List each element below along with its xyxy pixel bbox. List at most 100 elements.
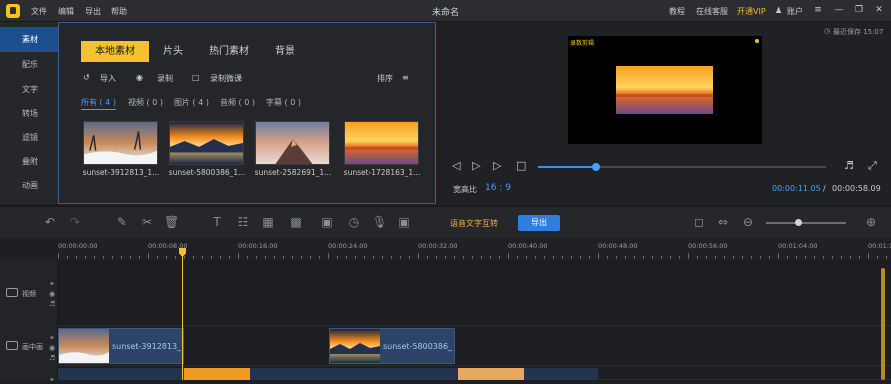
minimize-icon[interactable]: — [833,4,845,16]
sort-icon[interactable]: ≡ [402,73,409,82]
media-thumb-3[interactable] [255,121,330,165]
transition-icon[interactable]: ▣ [320,215,334,229]
fullscreen-icon[interactable]: ⤢ [868,159,877,173]
export-button[interactable]: 导出 [518,215,560,231]
crop-icon[interactable]: ☷ [236,215,250,229]
category-overlay[interactable]: 叠附 [0,149,58,174]
timeline-scrollbar[interactable] [881,268,885,380]
track-3-clip-1[interactable] [184,368,250,380]
stop-icon[interactable]: □ [516,159,526,172]
timeline-clip-2[interactable]: sunset-5800386_ [329,328,455,364]
text-icon[interactable]: T [210,215,224,229]
category-music[interactable]: 配乐 [0,52,58,77]
fit-icon[interactable]: ⇔ [716,215,730,229]
import-button[interactable]: 导入 [100,73,116,84]
pip-lock-icon[interactable]: ⚭ [49,334,55,342]
ruler-tick-label: 00:00:16.00 [238,242,278,250]
tab-hot-media[interactable]: 热门素材 [199,41,259,62]
video-track-icon [6,288,18,297]
category-animation[interactable]: 动画 [0,173,58,198]
support-link[interactable]: 在线客服 [696,6,728,17]
record-icon[interactable]: ◉ [136,73,143,82]
playback-progress[interactable] [538,163,826,171]
pip-visibility-icon[interactable]: ◉ [49,344,55,352]
play-icon[interactable]: ▷ [472,159,480,172]
marker-icon[interactable]: ◻ [692,215,706,229]
delete-icon[interactable]: 🗑 [164,215,179,229]
split-icon[interactable]: ✂ [140,215,154,229]
preview-screen[interactable]: 录数剪辑 [568,36,762,144]
speech-to-text-link[interactable]: 语音文字互转 [450,218,498,229]
media-panel: 本地素材 片头 热门素材 背景 ↺ 导入 ◉ 录制 □ 录制微课 排序 ≡ 所有… [58,22,436,204]
category-filter[interactable]: 滤镜 [0,125,58,150]
canvas-handle[interactable] [755,39,759,43]
filter-image[interactable]: 图片 ( 4 ) [174,97,209,108]
ruler-tick [337,256,338,259]
zoom-slider[interactable] [766,219,846,226]
filter-audio[interactable]: 音频 ( 0 ) [220,97,255,108]
tutorial-link[interactable]: 教程 [669,6,685,17]
tab-local-media[interactable]: 本地素材 [81,41,149,62]
ruler-tick [742,256,743,259]
playhead[interactable] [182,248,183,380]
media-label-4: sunset-1728163_1... [343,168,421,177]
volume-icon[interactable]: ♬ [844,159,854,172]
freeze-icon[interactable]: ▩ [289,215,303,229]
undo-icon[interactable]: ↶ [43,215,57,229]
pip-mute-icon[interactable]: ♬ [49,354,55,362]
ruler-tick [661,256,662,259]
vip-link[interactable]: 开通VIP [737,6,766,17]
progress-knob[interactable] [591,163,600,171]
prev-frame-icon[interactable]: ◁ [452,159,460,172]
edit-icon[interactable]: ✎ [115,215,129,229]
tab-background[interactable]: 背景 [267,41,303,62]
filter-subtitle[interactable]: 字幕 ( 0 ) [266,97,301,108]
record-tutorial-button[interactable]: 录制微课 [210,73,242,84]
category-text[interactable]: 文字 [0,77,58,102]
ruler-tick [292,256,293,259]
aspect-ratio-value[interactable]: 16 : 9 [485,183,511,193]
maximize-icon[interactable]: ❐ [853,4,865,16]
progress-fill [538,166,596,168]
ruler-tick [445,256,446,259]
track-mute-icon[interactable]: ♬ [49,300,55,308]
timeline-clip-1[interactable]: sunset-3912813_ [58,328,184,364]
category-material[interactable]: 素材 [0,27,58,52]
menu-icon[interactable]: ≡ [812,4,824,16]
media-thumb-1[interactable] [83,121,158,165]
media-thumb-4[interactable] [344,121,419,165]
import-icon[interactable]: ↺ [83,73,90,82]
mosaic-icon[interactable]: ▦ [261,215,275,229]
redo-icon[interactable]: ↷ [68,215,82,229]
track-visibility-icon[interactable]: ◉ [49,290,55,298]
sort-button[interactable]: 排序 [377,73,393,84]
track3-lock-icon[interactable]: ⚭ [49,376,55,384]
mic-icon[interactable]: 🎙 [372,215,387,229]
track-3-clip-2[interactable] [458,368,524,380]
ruler-tick [157,256,158,259]
ruler-tick [724,256,725,259]
close-icon[interactable]: ✕ [873,4,885,16]
filter-video[interactable]: 视频 ( 0 ) [128,97,163,108]
ruler-tick [697,256,698,259]
filter-all[interactable]: 所有 ( 4 ) [81,97,116,110]
track-lock-icon[interactable]: ⚭ [49,280,55,288]
tab-intro[interactable]: 片头 [153,41,193,62]
ruler-tick [166,256,167,259]
category-sidebar: 素材 配乐 文字 转场 滤镜 叠附 动画 [0,22,58,204]
record-tutorial-icon[interactable]: □ [192,73,200,82]
category-transition[interactable]: 转场 [0,101,58,126]
zoom-in-icon[interactable]: ⊕ [864,215,878,229]
ruler-tick [751,256,752,259]
ruler-tick [274,256,275,259]
ruler-tick [391,256,392,259]
zoom-out-icon[interactable]: ⊖ [741,215,755,229]
account-icon[interactable]: ♟ [775,6,782,15]
account-link[interactable]: 账户 [787,6,803,17]
duration-icon[interactable]: ◷ [347,215,361,229]
record-button[interactable]: 录制 [157,73,173,84]
next-frame-icon[interactable]: ▷ [493,159,501,172]
zoom-knob[interactable] [795,219,802,226]
screen-record-icon[interactable]: ▣ [397,215,411,229]
media-thumb-2[interactable] [169,121,244,165]
